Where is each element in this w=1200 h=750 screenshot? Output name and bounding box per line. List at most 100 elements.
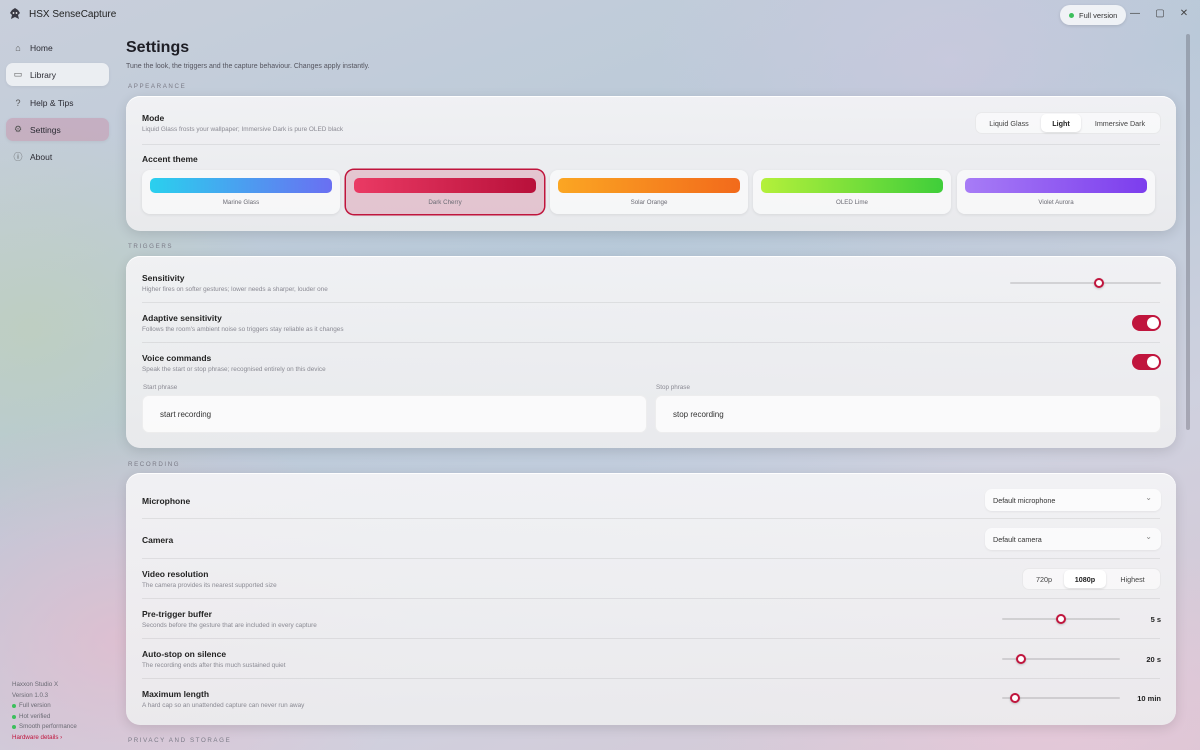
toggle-knob — [1147, 317, 1159, 329]
slider-thumb[interactable] — [1009, 693, 1020, 703]
slider-thumb[interactable] — [1056, 614, 1066, 624]
status-dot-icon — [12, 704, 16, 709]
camera-title: Camera — [142, 535, 174, 545]
sidebar-item-library[interactable]: ▭ Library — [6, 63, 109, 86]
pre-trigger-buffer-slider[interactable] — [1002, 614, 1120, 624]
start-phrase-label: Start phrase — [143, 384, 178, 391]
section-label-triggers: TRIGGERS — [128, 243, 174, 250]
mode-option-immersive-dark[interactable]: Immersive Dark — [1081, 114, 1159, 132]
microphone-select[interactable]: Default microphone ⌄ — [985, 489, 1161, 511]
divider — [142, 342, 1160, 343]
pre-trigger-buffer-description: Seconds before the gesture that are incl… — [142, 622, 317, 629]
question-icon: ? — [15, 97, 21, 108]
gear-icon: ⚙ — [13, 124, 23, 134]
page-title: Settings — [126, 39, 190, 56]
video-resolution-title: Video resolution — [142, 569, 209, 579]
info-icon: ⓘ — [13, 152, 23, 162]
toggle-knob — [1147, 356, 1159, 368]
app-title: HSX SenseCapture — [29, 9, 117, 20]
microphone-value: Default microphone — [993, 495, 1056, 505]
auto-stop-title: Auto-stop on silence — [142, 649, 227, 659]
accent-swatch-dark-cherry[interactable]: Dark Cherry — [346, 170, 544, 214]
sidebar-item-label: Home — [30, 42, 53, 53]
full-version-badge[interactable]: Full version — [1060, 5, 1127, 25]
status-line: Hot verified — [12, 712, 77, 723]
sidebar-item-help[interactable]: ? Help & Tips — [6, 91, 109, 114]
slider-track — [1010, 282, 1161, 284]
status-dot-icon — [12, 714, 16, 719]
pre-trigger-buffer-value: 5 s — [1150, 615, 1161, 624]
sidebar-item-label: Settings — [30, 124, 61, 135]
accent-theme-title: Accent theme — [142, 154, 198, 164]
status-text: Full version — [19, 702, 51, 709]
chevron-down-icon: ⌄ — [1145, 493, 1152, 502]
accent-swatch-violet-aurora[interactable]: Violet Aurora — [957, 170, 1155, 214]
sensitivity-description: Higher fires on softer gestures; lower n… — [142, 286, 328, 293]
folder-icon: ▭ — [13, 69, 23, 79]
mode-option-liquid-glass[interactable]: Liquid Glass — [977, 114, 1041, 132]
resolution-option-highest[interactable]: Highest — [1106, 570, 1159, 588]
accent-swatch-marine-glass[interactable]: Marine Glass — [142, 170, 340, 214]
sidebar-item-settings[interactable]: ⚙ Settings — [6, 118, 109, 141]
accent-swatch-solar-orange[interactable]: Solar Orange — [550, 170, 748, 214]
scrollbar[interactable] — [1186, 34, 1190, 430]
accent-color-bar — [150, 178, 332, 193]
divider — [142, 518, 1160, 519]
status-text: Smooth performance — [19, 723, 77, 730]
accent-color-bar — [965, 178, 1147, 193]
section-label-appearance: APPEARANCE — [128, 83, 187, 90]
recording-card: Microphone Default microphone ⌄ Camera D… — [126, 473, 1176, 725]
stop-phrase-input[interactable]: stop recording — [655, 395, 1161, 433]
full-version-label: Full version — [1079, 10, 1118, 20]
mode-description: Liquid Glass frosts your wallpaper; Imme… — [142, 126, 344, 133]
mode-selector: Liquid Glass Light Immersive Dark — [975, 112, 1161, 134]
start-phrase-input[interactable]: start recording — [142, 395, 647, 433]
auto-stop-slider[interactable] — [1002, 654, 1120, 664]
divider — [142, 558, 1160, 559]
slider-thumb[interactable] — [1015, 654, 1026, 664]
sensitivity-slider[interactable] — [1010, 278, 1161, 288]
auto-stop-description: The recording ends after this much susta… — [142, 662, 286, 669]
status-line: Full version — [12, 701, 77, 712]
camera-value: Default camera — [993, 534, 1042, 544]
hardware-details-link[interactable]: Hardware details › — [12, 733, 77, 744]
sidebar-footer: Haxxon Studio X Version 1.0.3 Full versi… — [12, 680, 77, 743]
slider-thumb[interactable] — [1094, 278, 1105, 288]
video-resolution-description: The camera provides its nearest supporte… — [142, 582, 277, 589]
sidebar-item-about[interactable]: ⓘ About — [6, 145, 109, 168]
accent-name: Dark Cherry — [428, 199, 462, 206]
accent-color-bar — [558, 178, 740, 193]
minimize-button[interactable]: — — [1128, 7, 1142, 21]
close-button[interactable]: ✕ — [1177, 7, 1191, 21]
resolution-option-1080p[interactable]: 1080p — [1064, 570, 1106, 588]
divider — [142, 144, 1160, 145]
divider — [142, 678, 1160, 679]
camera-select[interactable]: Default camera ⌄ — [985, 528, 1161, 550]
maximum-length-title: Maximum length — [142, 689, 210, 699]
accent-name: Solar Orange — [630, 199, 668, 206]
sidebar-item-label: Help & Tips — [30, 97, 74, 108]
maximum-length-description: A hard cap so an unattended capture can … — [142, 702, 305, 709]
status-dot-icon — [1069, 12, 1074, 18]
auto-stop-value: 20 s — [1146, 655, 1161, 664]
chevron-down-icon: ⌄ — [1145, 532, 1152, 541]
mode-title: Mode — [142, 113, 165, 123]
sidebar: ⌂ Home ▭ Library ? Help & Tips ⚙ Setting… — [0, 30, 118, 750]
adaptive-sensitivity-title: Adaptive sensitivity — [142, 313, 222, 323]
maximum-length-slider[interactable] — [1002, 693, 1120, 703]
home-icon: ⌂ — [15, 42, 21, 53]
sidebar-item-home[interactable]: ⌂ Home — [6, 36, 109, 59]
maximize-button[interactable]: ▢ — [1153, 7, 1167, 21]
accent-name: Violet Aurora — [1038, 199, 1074, 206]
app-version: Version 1.0.3 — [12, 691, 49, 699]
accent-swatch-oled-lime[interactable]: OLED Lime — [753, 170, 951, 214]
sensitivity-title: Sensitivity — [142, 273, 185, 283]
section-label-recording: RECORDING — [128, 461, 181, 468]
adaptive-sensitivity-toggle[interactable] — [1132, 315, 1161, 331]
resolution-option-720p[interactable]: 720p — [1024, 570, 1064, 588]
mode-option-light[interactable]: Light — [1041, 114, 1081, 132]
pre-trigger-buffer-title: Pre-trigger buffer — [142, 609, 212, 619]
divider — [142, 302, 1160, 303]
voice-commands-toggle[interactable] — [1132, 354, 1161, 370]
voice-commands-title: Voice commands — [142, 353, 212, 363]
